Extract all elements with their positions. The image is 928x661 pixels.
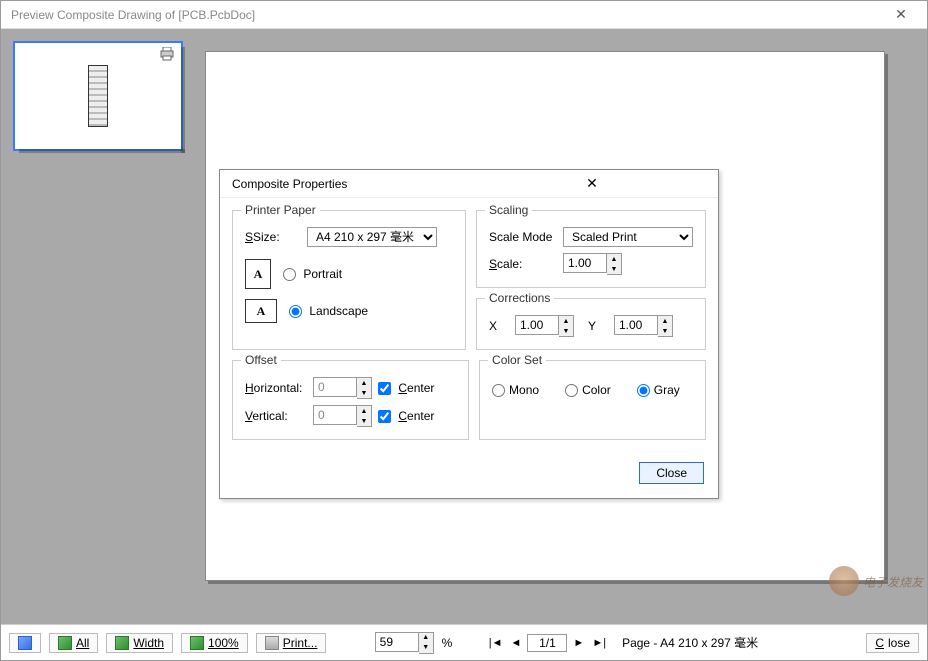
scale-input[interactable]: [563, 253, 607, 273]
scale-label: Scale:: [489, 257, 557, 271]
group-title-printer-paper: Printer Paper: [241, 203, 320, 217]
page-info-label: Page - A4 210 x 297 毫米: [622, 634, 758, 651]
dialog-title: Composite Properties: [232, 177, 472, 191]
zoom-width-button[interactable]: Width: [106, 633, 173, 653]
pcb-preview-icon: [88, 65, 108, 127]
correction-x-label: X: [489, 319, 501, 333]
size-label: SSize:: [245, 230, 301, 244]
page-icon: [190, 636, 204, 650]
landscape-option[interactable]: Landscape: [289, 304, 368, 318]
color-color-option[interactable]: Color: [565, 383, 611, 397]
correction-x-spinner[interactable]: ▲▼: [515, 315, 574, 337]
correction-y-input[interactable]: [614, 315, 658, 335]
page-icon: [58, 636, 72, 650]
color-mono-option[interactable]: Mono: [492, 383, 539, 397]
offset-group: Offset Horizontal: ▲▼ Center: [232, 360, 469, 440]
color-gray-option[interactable]: Gray: [637, 383, 680, 397]
tile-button[interactable]: [9, 633, 41, 653]
correction-y-spinner[interactable]: ▲▼: [614, 315, 673, 337]
bottom-toolbar: All Width 100% Print... ▲▼ % |◄ ◄ ► ►| P…: [1, 624, 927, 660]
offset-h-input: [313, 377, 357, 397]
group-title-offset: Offset: [241, 353, 281, 367]
offset-h-spinner[interactable]: ▲▼: [313, 377, 372, 399]
zoom-percent-label: %: [442, 636, 453, 650]
printer-icon: [159, 47, 175, 64]
titlebar: Preview Composite Drawing of [PCB.PcbDoc…: [1, 1, 927, 29]
printer-icon: [265, 636, 279, 650]
paper-size-select[interactable]: A4 210 x 297 毫米: [307, 227, 437, 247]
landscape-icon: A: [245, 299, 277, 323]
scale-mode-select[interactable]: Scaled Print: [563, 227, 693, 247]
printer-paper-group: Printer Paper SSize: A4 210 x 297 毫米 A: [232, 210, 466, 350]
pager-next[interactable]: ►: [571, 637, 586, 649]
scaling-group: Scaling Scale Mode Scaled Print Scale:: [476, 210, 706, 288]
pager-prev[interactable]: ◄: [509, 637, 524, 649]
page-icon: [115, 636, 129, 650]
offset-v-center-checkbox[interactable]: [378, 410, 391, 423]
color-set-group: Color Set Mono Color Gray: [479, 360, 706, 440]
offset-v-label: Vertical:: [245, 409, 307, 423]
zoom-all-button[interactable]: All: [49, 633, 98, 653]
thumbnail-panel: [13, 41, 183, 612]
zoom-100-button[interactable]: 100%: [181, 633, 248, 653]
workspace: Composite Properties ✕ Printer Paper SSi…: [1, 29, 927, 624]
zoom-spinner[interactable]: ▲▼: [375, 632, 434, 654]
window-title: Preview Composite Drawing of [PCB.PcbDoc…: [11, 8, 881, 22]
window-close-button[interactable]: ✕: [881, 6, 921, 23]
tile-icon: [18, 636, 32, 650]
pager-first[interactable]: |◄: [487, 637, 505, 649]
correction-x-input[interactable]: [515, 315, 559, 335]
composite-properties-dialog: Composite Properties ✕ Printer Paper SSi…: [219, 169, 719, 499]
print-button[interactable]: Print...: [256, 633, 327, 653]
scale-spinner[interactable]: ▲▼: [563, 253, 622, 275]
portrait-radio[interactable]: [283, 268, 296, 281]
preview-window: Preview Composite Drawing of [PCB.PcbDoc…: [0, 0, 928, 661]
toolbar-close-button[interactable]: Close: [866, 633, 919, 653]
color-color-radio[interactable]: [565, 384, 578, 397]
portrait-icon: A: [245, 259, 271, 289]
pager: |◄ ◄ ► ►|: [487, 634, 608, 652]
page-thumbnail[interactable]: [13, 41, 183, 151]
dialog-close-button[interactable]: ✕: [472, 175, 712, 192]
zoom-input[interactable]: [375, 632, 419, 652]
portrait-option[interactable]: Portrait: [283, 267, 342, 281]
offset-v-center[interactable]: Center: [378, 409, 434, 423]
pager-last[interactable]: ►|: [590, 637, 608, 649]
correction-y-label: Y: [588, 319, 600, 333]
offset-v-input: [313, 405, 357, 425]
scale-down[interactable]: ▼: [607, 264, 621, 274]
pager-input[interactable]: [527, 634, 567, 652]
dialog-titlebar: Composite Properties ✕: [220, 170, 718, 198]
color-gray-radio[interactable]: [637, 384, 650, 397]
group-title-colorset: Color Set: [488, 353, 546, 367]
offset-h-label: Horizontal:: [245, 381, 307, 395]
offset-h-center[interactable]: Center: [378, 381, 434, 395]
scale-up[interactable]: ▲: [607, 254, 621, 264]
corrections-group: Corrections X ▲▼ Y ▲▼: [476, 298, 706, 350]
color-mono-radio[interactable]: [492, 384, 505, 397]
group-title-corrections: Corrections: [485, 291, 554, 305]
dialog-close-footer-button[interactable]: Close: [639, 462, 704, 484]
group-title-scaling: Scaling: [485, 203, 532, 217]
offset-h-center-checkbox[interactable]: [378, 382, 391, 395]
offset-v-spinner[interactable]: ▲▼: [313, 405, 372, 427]
scale-mode-label: Scale Mode: [489, 230, 557, 244]
landscape-radio[interactable]: [289, 305, 302, 318]
